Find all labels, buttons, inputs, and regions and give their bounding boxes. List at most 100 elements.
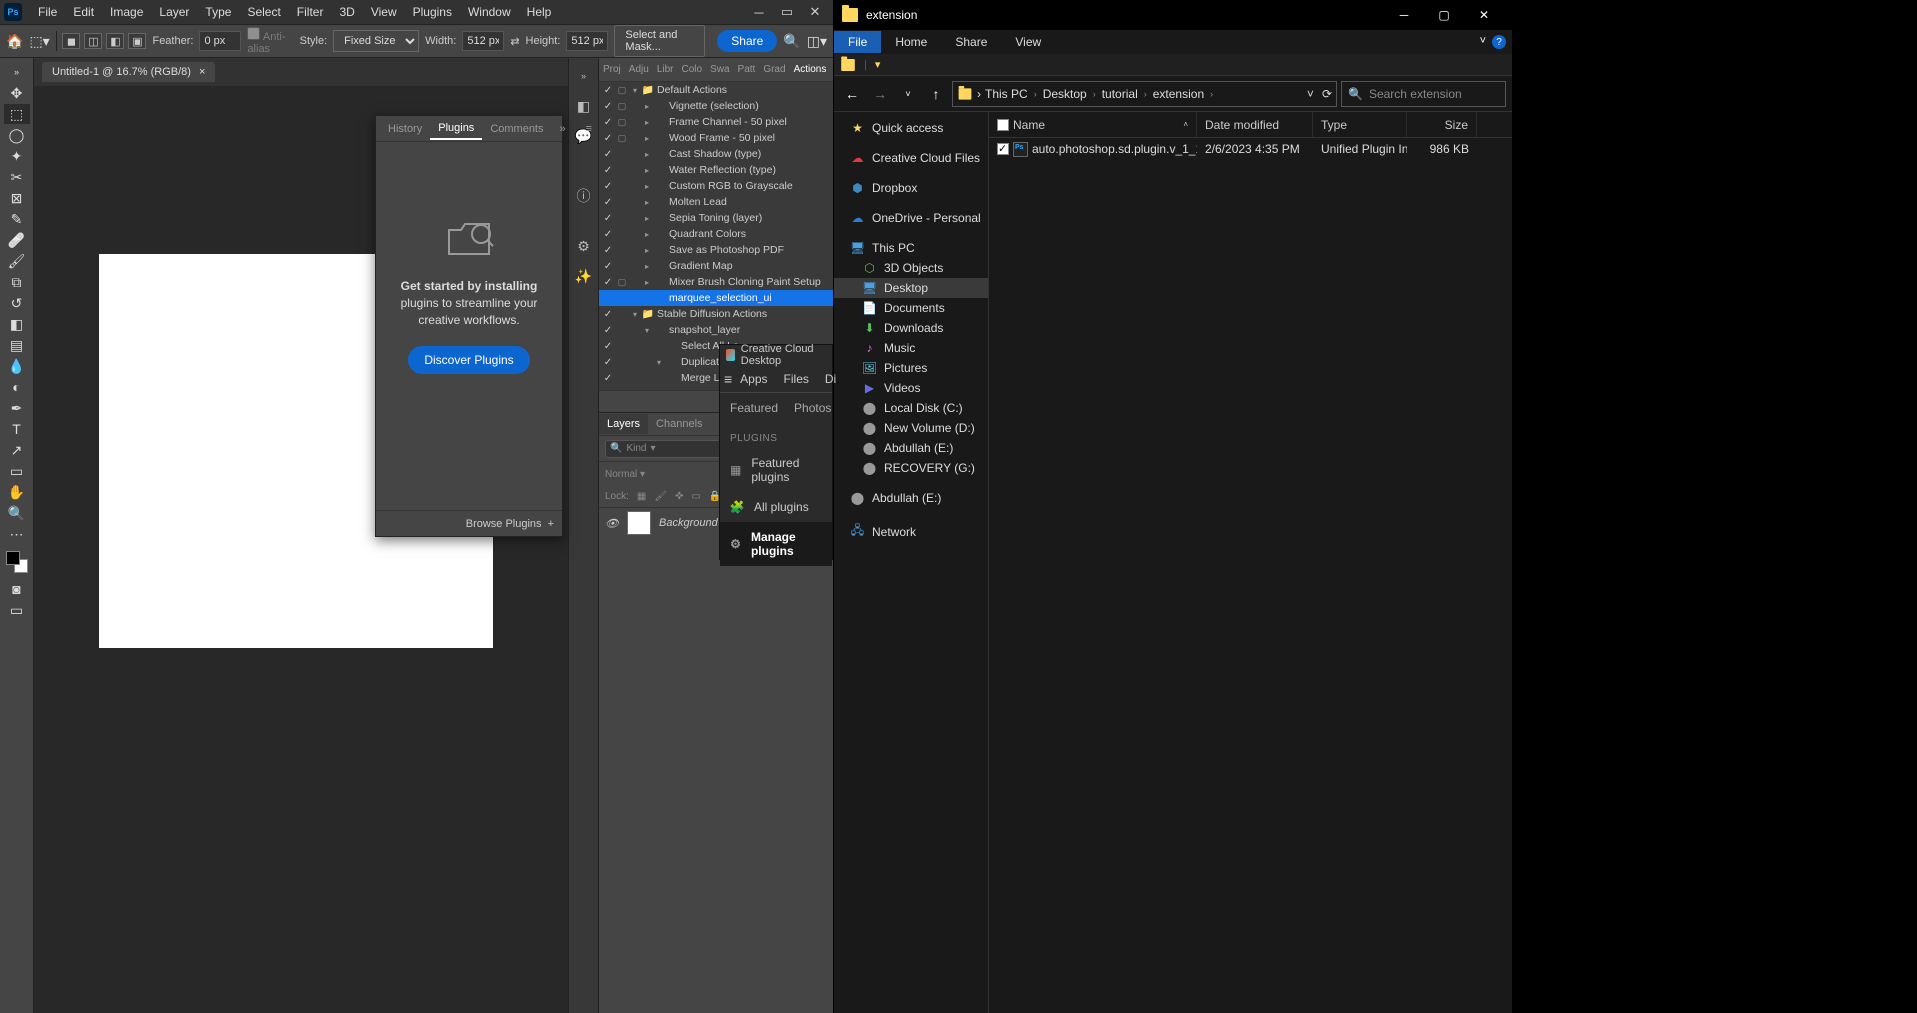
zoom-tool-icon[interactable]: 🔍 bbox=[4, 503, 30, 523]
color-swatch[interactable] bbox=[6, 551, 28, 573]
tree-item-pictures[interactable]: 🖼Pictures bbox=[834, 358, 988, 378]
layers-tab-layers[interactable]: Layers bbox=[599, 414, 648, 434]
height-input[interactable] bbox=[566, 31, 608, 51]
ribbon-collapse-icon[interactable]: ˅ bbox=[1480, 35, 1486, 49]
action-row[interactable]: ✓▸Water Reflection (type) bbox=[599, 162, 833, 178]
tree-item-creative-cloud-files[interactable]: ☁Creative Cloud Files bbox=[834, 148, 988, 168]
move-tool-icon[interactable]: ✥ bbox=[4, 83, 30, 103]
action-row[interactable]: ✓▸Save as Photoshop PDF bbox=[599, 242, 833, 258]
new-selection-icon[interactable]: ◼ bbox=[62, 33, 80, 49]
cc-sub-photoshop[interactable]: Photos bbox=[794, 401, 831, 415]
action-row[interactable]: ✓▾snapshot_layer bbox=[599, 322, 833, 338]
col-size[interactable]: Size bbox=[1407, 112, 1477, 137]
ribbon-tab-home[interactable]: Home bbox=[881, 31, 941, 53]
marquee-icon[interactable]: ⬚▾ bbox=[29, 30, 49, 52]
col-type[interactable]: Type bbox=[1313, 112, 1407, 137]
tree-item-onedrive-personal[interactable]: ☁OneDrive - Personal bbox=[834, 208, 988, 228]
cc-tab-discover[interactable]: Di bbox=[817, 372, 844, 386]
more-tools-icon[interactable]: ⋯ bbox=[4, 524, 30, 544]
gradient-tool-icon[interactable]: ▤ bbox=[4, 335, 30, 355]
fe-minimize-button[interactable]: ─ bbox=[1384, 1, 1424, 29]
frame-tool-icon[interactable]: ⊠ bbox=[4, 188, 30, 208]
cc-all-plugins[interactable]: 🧩All plugins bbox=[720, 492, 832, 522]
tree-item-videos[interactable]: ▶Videos bbox=[834, 378, 988, 398]
layers-tab-channels[interactable]: Channels bbox=[648, 414, 710, 434]
tree-item-3d-objects[interactable]: ⬡3D Objects bbox=[834, 258, 988, 278]
workspace-icon[interactable]: ◫▾ bbox=[807, 30, 827, 52]
menu-plugins[interactable]: Plugins bbox=[405, 1, 460, 23]
layer-visibility-icon[interactable]: 👁 bbox=[605, 517, 619, 530]
quickmask-icon[interactable]: ◙ bbox=[4, 579, 30, 599]
feather-input[interactable] bbox=[199, 31, 241, 51]
antialias-checkbox[interactable] bbox=[247, 27, 260, 40]
forward-button[interactable]: → bbox=[868, 82, 892, 106]
action-row[interactable]: ✓▸Gradient Map bbox=[599, 258, 833, 274]
subtract-selection-icon[interactable]: ◧ bbox=[106, 33, 124, 49]
col-name[interactable]: Name˄ bbox=[989, 112, 1197, 137]
action-row[interactable]: ✓▢▾📁Default Actions bbox=[599, 82, 833, 98]
select-all-checkbox[interactable] bbox=[997, 119, 1009, 131]
help-icon[interactable]: ? bbox=[1492, 35, 1506, 49]
lock-transparent-icon[interactable]: ▦ bbox=[637, 491, 646, 502]
action-row[interactable]: ✓▸Cast Shadow (type) bbox=[599, 146, 833, 162]
eyedropper-tool-icon[interactable]: ✎ bbox=[4, 209, 30, 229]
action-row[interactable]: ✓▢▸Wood Frame - 50 pixel bbox=[599, 130, 833, 146]
screenmode-icon[interactable]: ▭ bbox=[4, 600, 30, 620]
menu-filter[interactable]: Filter bbox=[289, 1, 332, 23]
shape-tool-icon[interactable]: ▭ bbox=[4, 461, 30, 481]
tree-item-network[interactable]: 🖧Network bbox=[834, 518, 988, 545]
cc-manage-plugins[interactable]: ⚙Manage plugins bbox=[720, 522, 832, 566]
tree-item-recovery-g-[interactable]: ⬤RECOVERY (G:) bbox=[834, 458, 988, 478]
action-row[interactable]: ✓▸Sepia Toning (layer) bbox=[599, 210, 833, 226]
layer-thumbnail[interactable] bbox=[627, 511, 651, 535]
cc-featured-plugins[interactable]: ▦Featured plugins bbox=[720, 448, 832, 492]
pen-tool-icon[interactable]: ✒ bbox=[4, 398, 30, 418]
fe-maximize-button[interactable]: ▢ bbox=[1424, 1, 1464, 29]
eraser-tool-icon[interactable]: ◧ bbox=[4, 314, 30, 334]
qa-folder-icon[interactable] bbox=[841, 59, 855, 71]
panel-tab-swa[interactable]: Swa bbox=[706, 64, 733, 75]
tree-item-documents[interactable]: 📄Documents bbox=[834, 298, 988, 318]
fe-file-list[interactable]: Name˄ Date modified Type Size auto.photo… bbox=[989, 112, 1512, 1013]
share-button[interactable]: Share bbox=[717, 30, 777, 52]
tree-item-desktop[interactable]: 🖥Desktop bbox=[834, 278, 988, 298]
ribbon-tab-view[interactable]: View bbox=[1001, 31, 1055, 53]
panel-expand-icon[interactable]: » bbox=[552, 119, 574, 139]
add-selection-icon[interactable]: ◫ bbox=[84, 33, 102, 49]
breadcrumb-tutorial[interactable]: tutorial bbox=[1102, 87, 1138, 101]
path-tool-icon[interactable]: ↗ bbox=[4, 440, 30, 460]
ribbon-tab-file[interactable]: File bbox=[834, 31, 881, 53]
action-row[interactable]: ✓▾📁Stable Diffusion Actions bbox=[599, 306, 833, 322]
collapse-icon[interactable]: » bbox=[4, 62, 30, 82]
width-input[interactable] bbox=[462, 31, 504, 51]
crop-tool-icon[interactable]: ✂ bbox=[4, 167, 30, 187]
panel-tab-grad[interactable]: Grad bbox=[759, 64, 789, 75]
ribbon-tab-share[interactable]: Share bbox=[941, 31, 1001, 53]
blur-tool-icon[interactable]: 💧 bbox=[4, 356, 30, 376]
browse-plugins-link[interactable]: Browse Plugins bbox=[466, 518, 542, 530]
panel-tab-actions[interactable]: Actions bbox=[790, 64, 831, 75]
fe-search-input[interactable]: 🔍 Search extension bbox=[1341, 81, 1506, 107]
fe-tree[interactable]: ★Quick access☁Creative Cloud Files⬢Dropb… bbox=[834, 112, 989, 1013]
dock-styles-icon[interactable]: ✨ bbox=[574, 266, 594, 286]
search-icon[interactable]: 🔍 bbox=[783, 30, 800, 52]
qa-dropdown-icon[interactable]: ▾ bbox=[875, 58, 881, 71]
action-row[interactable]: ✓▢▸Frame Channel - 50 pixel bbox=[599, 114, 833, 130]
document-tab[interactable]: Untitled-1 @ 16.7% (RGB/8) × bbox=[42, 62, 215, 82]
refresh-icon[interactable]: ⟳ bbox=[1322, 87, 1332, 101]
add-plugin-icon[interactable]: + bbox=[548, 518, 554, 530]
panel-tab-colo[interactable]: Colo bbox=[678, 64, 707, 75]
tree-item-downloads[interactable]: ⬇Downloads bbox=[834, 318, 988, 338]
action-row[interactable]: ✓▢▸Mixer Brush Cloning Paint Setup bbox=[599, 274, 833, 290]
heal-tool-icon[interactable]: 🩹 bbox=[4, 230, 30, 250]
lock-artboard-icon[interactable]: ▭ bbox=[691, 491, 700, 502]
up-button[interactable]: ↑ bbox=[924, 82, 948, 106]
tree-item-abdullah-e-[interactable]: ⬤Abdullah (E:) bbox=[834, 488, 988, 508]
tree-item-dropbox[interactable]: ⬢Dropbox bbox=[834, 178, 988, 198]
action-row[interactable]: ✓▢▸Vignette (selection) bbox=[599, 98, 833, 114]
wand-tool-icon[interactable]: ✦ bbox=[4, 146, 30, 166]
swap-wh-icon[interactable]: ⇄ bbox=[510, 35, 519, 48]
back-button[interactable]: ← bbox=[840, 82, 864, 106]
dock-adjustments-icon[interactable]: ⚙ bbox=[574, 236, 594, 256]
menu-3d[interactable]: 3D bbox=[331, 1, 362, 23]
